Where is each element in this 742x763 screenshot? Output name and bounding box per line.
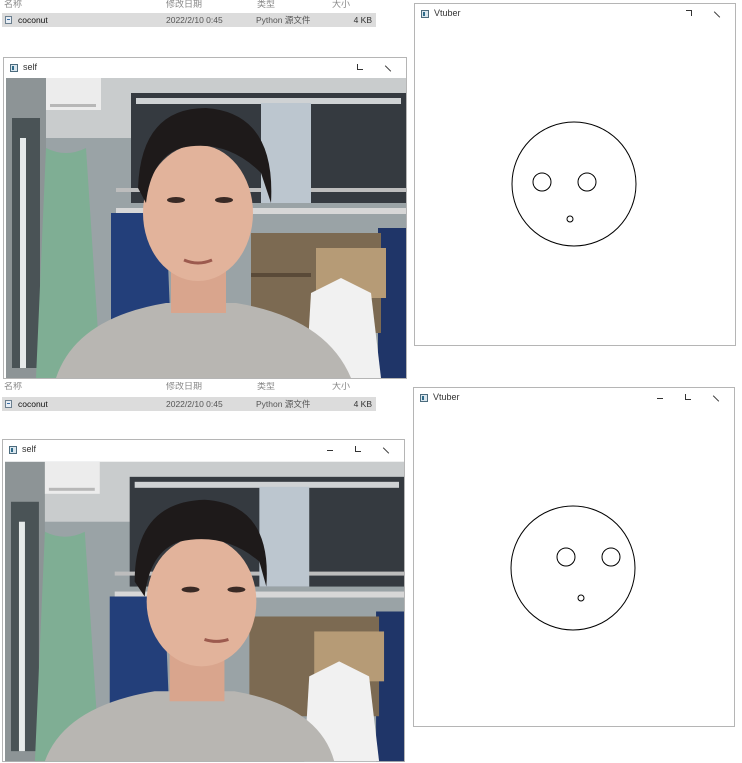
vtuber-face <box>510 505 636 631</box>
self-window-bottom: self <box>2 439 405 762</box>
explorer-top-header: 名称 修改日期 类型 大小 <box>0 0 380 10</box>
webcam-frame <box>6 78 406 378</box>
column-name-header[interactable]: 名称 <box>4 382 22 392</box>
file-type: Python 源文件 <box>256 399 311 409</box>
app-icon <box>10 64 18 72</box>
close-button[interactable] <box>382 62 394 74</box>
webcam-image <box>5 461 404 762</box>
file-date: 2022/2/10 0:45 <box>166 399 223 409</box>
app-icon <box>421 10 429 18</box>
window-title: Vtuber <box>433 392 460 402</box>
title-bar[interactable]: Vtuber <box>414 388 734 408</box>
window-title: self <box>23 62 38 72</box>
vtuber-window-top: Vtuber <box>414 3 736 346</box>
app-icon <box>9 446 17 454</box>
maximize-button[interactable] <box>352 444 364 456</box>
maximize-button[interactable] <box>682 392 694 404</box>
vtuber-left-eye <box>532 172 552 192</box>
file-name: coconut <box>18 15 48 25</box>
webcam-frame <box>5 460 404 763</box>
vtuber-canvas <box>510 505 636 631</box>
window-title: self <box>22 444 37 454</box>
file-name: coconut <box>18 399 48 409</box>
vtuber-mouth <box>566 215 574 223</box>
webcam-image <box>6 78 406 378</box>
column-type-header[interactable]: 类型 <box>257 382 275 392</box>
python-file-icon <box>5 400 12 408</box>
file-type: Python 源文件 <box>256 15 311 25</box>
vtuber-canvas <box>511 121 637 247</box>
column-date-header[interactable]: 修改日期 <box>166 0 202 10</box>
self-window-top: self <box>3 57 407 379</box>
file-row-coconut-top[interactable]: coconut 2022/2/10 0:45 Python 源文件 4 KB <box>2 13 376 27</box>
app-icon <box>420 394 428 402</box>
file-size: 4 KB <box>353 399 372 409</box>
title-bar[interactable]: self <box>4 58 406 78</box>
close-button[interactable] <box>380 444 392 456</box>
minimize-button[interactable] <box>324 444 336 456</box>
column-size-header[interactable]: 大小 <box>332 0 350 10</box>
vtuber-window-bottom: Vtuber <box>413 387 735 727</box>
close-button[interactable] <box>710 392 722 404</box>
title-bar[interactable]: self <box>3 440 404 460</box>
maximize-button[interactable] <box>354 62 366 74</box>
vtuber-face <box>511 121 637 247</box>
window-title: Vtuber <box>434 8 461 18</box>
vtuber-left-eye <box>556 547 576 567</box>
vtuber-right-eye <box>577 172 597 192</box>
file-size: 4 KB <box>353 15 372 25</box>
file-row-coconut-bottom[interactable]: coconut 2022/2/10 0:45 Python 源文件 4 KB <box>2 397 376 411</box>
column-size-header[interactable]: 大小 <box>332 382 350 392</box>
vtuber-right-eye <box>601 547 621 567</box>
file-date: 2022/2/10 0:45 <box>166 15 223 25</box>
column-type-header[interactable]: 类型 <box>257 0 275 10</box>
explorer-bottom-header: 名称 修改日期 类型 大小 <box>0 382 380 392</box>
maximize-button[interactable] <box>683 8 695 20</box>
column-name-header[interactable]: 名称 <box>4 0 22 10</box>
title-bar[interactable]: Vtuber <box>415 4 735 24</box>
close-button[interactable] <box>711 8 723 20</box>
minimize-button[interactable] <box>654 392 666 404</box>
column-date-header[interactable]: 修改日期 <box>166 382 202 392</box>
vtuber-mouth <box>577 594 585 602</box>
python-file-icon <box>5 16 12 24</box>
